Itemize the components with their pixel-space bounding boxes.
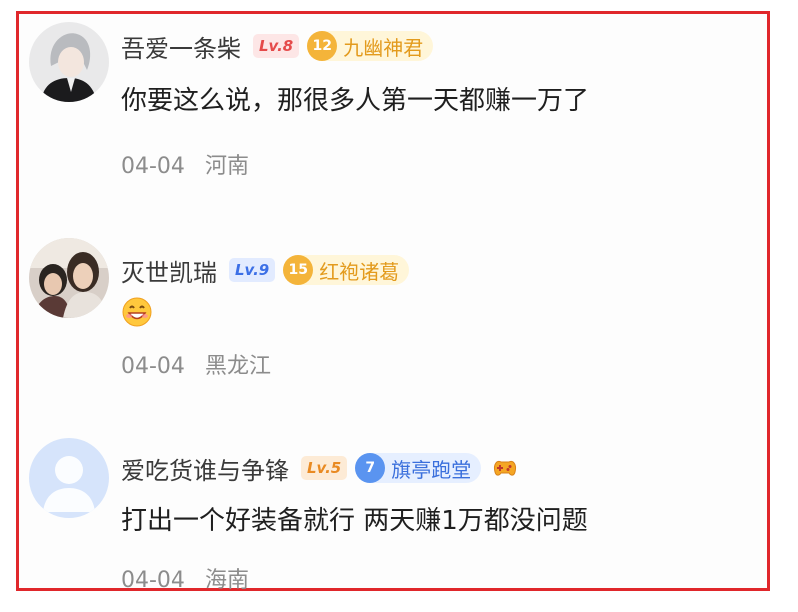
fan-badge[interactable]: 15 红袍诸葛 <box>283 255 410 285</box>
grinning-face-emoji-icon <box>122 297 152 327</box>
fan-level-shield-icon: 7 <box>355 453 386 483</box>
comment-date: 04-04 <box>121 568 185 593</box>
comment-meta: 04-04 河南 <box>121 148 249 180</box>
comment-item: 吾爱一条柴 Lv.8 12 九幽神君 你要这么说，那很多人第一天都赚一万了 04… <box>19 14 767 214</box>
comment-text: 你要这么说，那很多人第一天都赚一万了 <box>121 86 590 116</box>
fan-title: 旗亭跑堂 <box>391 457 472 482</box>
fan-level-shield-icon: 15 <box>283 255 314 285</box>
level-badge: Lv.9 <box>229 258 276 282</box>
fan-badge[interactable]: 12 九幽神君 <box>307 31 434 61</box>
level-badge: Lv.8 <box>253 34 300 58</box>
fan-badge[interactable]: 7 旗亭跑堂 <box>355 453 482 483</box>
gray-haired-cartoon-avatar-icon <box>29 22 109 102</box>
comment-item: 爱吃货谁与争锋 Lv.5 7 旗亭跑堂 打出一个好装备就行 两天赚1万都没问题 … <box>19 414 767 593</box>
default-user-avatar-icon <box>29 438 109 518</box>
username[interactable]: 灭世凯瑞 <box>121 253 217 288</box>
avatar[interactable] <box>29 238 109 318</box>
name-row: 吾爱一条柴 Lv.8 12 九幽神君 <box>121 28 434 64</box>
comment-meta: 04-04 黑龙江 <box>121 348 271 380</box>
avatar[interactable] <box>29 22 109 102</box>
comment-text: 打出一个好装备就行 两天赚1万都没问题 <box>121 506 588 536</box>
comment-text <box>121 296 153 332</box>
level-badge: Lv.5 <box>301 456 348 480</box>
name-row: 爱吃货谁与争锋 Lv.5 7 旗亭跑堂 <box>121 450 519 486</box>
comment-date: 04-04 <box>121 354 185 379</box>
fan-title: 九幽神君 <box>343 35 424 60</box>
comment-date: 04-04 <box>121 154 185 179</box>
username[interactable]: 吾爱一条柴 <box>121 29 241 64</box>
fan-level-shield-icon: 12 <box>307 31 338 61</box>
gamepad-icon <box>494 461 517 476</box>
comment-item: 灭世凯瑞 Lv.9 15 红袍诸葛 04-04 黑龙江 <box>19 214 767 414</box>
avatar[interactable] <box>29 438 109 518</box>
comment-location: 黑龙江 <box>204 354 271 379</box>
photo-avatar-icon <box>29 238 109 318</box>
comment-list: 吾爱一条柴 Lv.8 12 九幽神君 你要这么说，那很多人第一天都赚一万了 04… <box>16 11 770 593</box>
comment-location: 海南 <box>204 568 249 593</box>
comment-meta: 04-04 海南 <box>121 562 249 594</box>
comment-location: 河南 <box>204 154 249 179</box>
fan-title: 红袍诸葛 <box>319 259 400 284</box>
username[interactable]: 爱吃货谁与争锋 <box>121 451 289 486</box>
name-row: 灭世凯瑞 Lv.9 15 红袍诸葛 <box>121 252 410 288</box>
